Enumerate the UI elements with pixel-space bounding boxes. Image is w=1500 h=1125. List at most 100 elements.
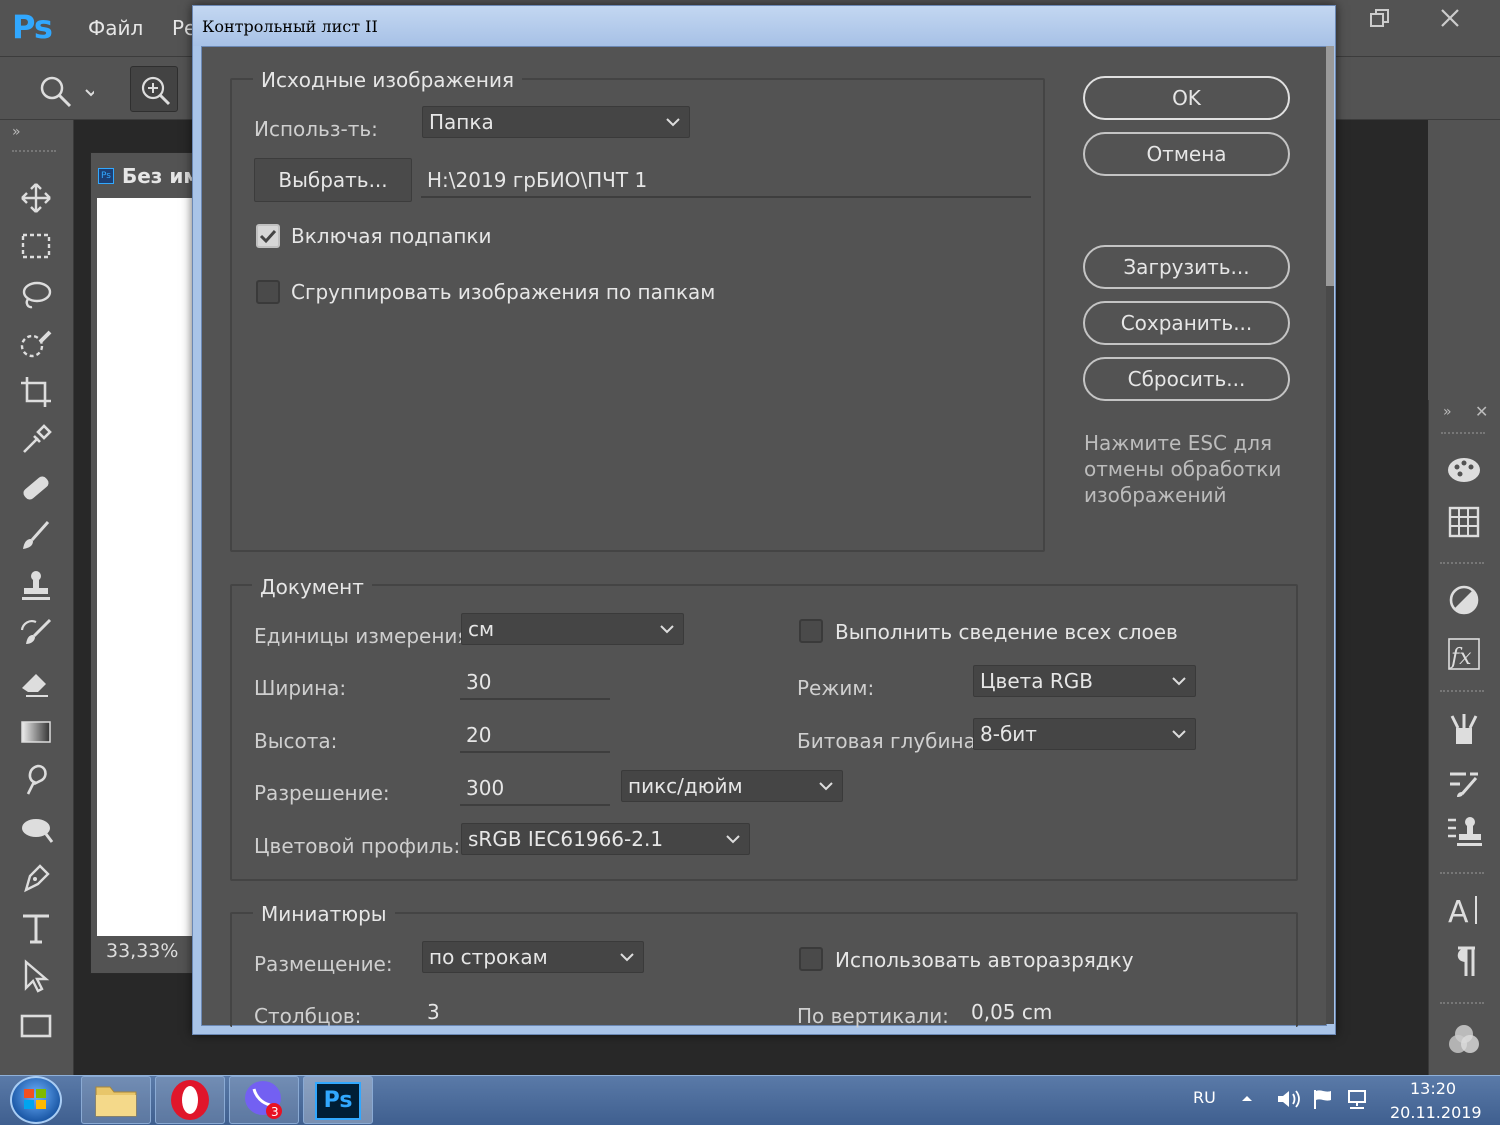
healing-brush-tool[interactable] <box>18 470 58 510</box>
close-window-button[interactable] <box>1415 0 1485 36</box>
path-selection-tool[interactable] <box>18 958 58 998</box>
tray-clock-date[interactable]: 20.11.2019 <box>1390 1103 1482 1122</box>
character-icon: A <box>1448 895 1477 930</box>
brushes-panel-button[interactable] <box>1446 710 1482 746</box>
panel-grip[interactable] <box>1441 432 1485 438</box>
folder-path-field[interactable]: H:\2019 грБИО\ПЧТ 1 <box>421 166 1031 198</box>
vertical-spacing-value: 0,05 cm <box>971 1000 1053 1024</box>
width-field[interactable]: 30 <box>460 668 610 700</box>
color-profile-select[interactable]: sRGB IEC61966-2.1 <box>461 823 750 855</box>
character-panel-button[interactable]: A <box>1446 892 1482 930</box>
cancel-button[interactable]: Отмена <box>1083 132 1290 176</box>
gradient-tool[interactable] <box>18 714 58 754</box>
units-select[interactable]: см <box>461 613 684 645</box>
menu-file[interactable]: Файл <box>88 16 143 40</box>
restore-window-button[interactable] <box>1345 0 1415 36</box>
zoom-tool-preset[interactable] <box>38 74 97 110</box>
tray-language[interactable]: RU <box>1193 1088 1216 1107</box>
group-by-folder-label[interactable]: Сгруппировать изображения по папкам <box>291 280 715 304</box>
placement-select[interactable]: по строкам <box>422 941 644 973</box>
height-value: 20 <box>466 723 492 747</box>
autospacing-label[interactable]: Использовать авторазрядку <box>835 948 1134 972</box>
mode-select[interactable]: Цвета RGB <box>973 665 1196 697</box>
load-button[interactable]: Загрузить... <box>1083 245 1290 289</box>
eraser-tool[interactable] <box>18 664 58 704</box>
tray-show-hidden-icon[interactable] <box>1240 1090 1254 1109</box>
taskbar-opera[interactable] <box>155 1076 225 1124</box>
choose-folder-button[interactable]: Выбрать... <box>254 158 412 202</box>
adjustments-panel-button[interactable] <box>1446 582 1482 618</box>
zoom-level[interactable]: 33,33% <box>106 940 178 962</box>
ok-button[interactable]: OK <box>1083 76 1290 120</box>
reset-button[interactable]: Сбросить... <box>1083 357 1290 401</box>
color-panel-button[interactable] <box>1446 452 1482 488</box>
resolution-field[interactable]: 300 <box>460 774 610 806</box>
rectangle-tool[interactable] <box>18 1008 58 1048</box>
pen-tool[interactable] <box>18 860 58 900</box>
channels-panel-button[interactable] <box>1446 1022 1482 1058</box>
rectangle-icon <box>20 1014 52 1038</box>
move-tool[interactable] <box>18 180 58 220</box>
flatten-layers-checkbox[interactable] <box>799 619 823 643</box>
bit-depth-select[interactable]: 8-бит <box>973 718 1196 750</box>
marquee-tool[interactable] <box>18 228 58 268</box>
clone-source-panel-button[interactable] <box>1446 814 1482 850</box>
group-by-folder-checkbox[interactable] <box>256 280 280 304</box>
tray-clock-time[interactable]: 13:20 <box>1410 1079 1456 1098</box>
paragraph-panel-button[interactable] <box>1446 944 1482 980</box>
columns-field[interactable]: 3 <box>421 998 571 1024</box>
swatches-panel-button[interactable] <box>1446 504 1482 540</box>
volume-icon[interactable] <box>1276 1088 1302 1114</box>
eyedropper-tool[interactable] <box>18 422 58 462</box>
action-center-flag-icon[interactable] <box>1312 1088 1334 1114</box>
close-panel-icon[interactable]: ✕ <box>1475 402 1488 421</box>
viber-icon: 3 <box>245 1081 282 1119</box>
vertical-spacing-field[interactable]: 0,05 cm <box>965 998 1115 1024</box>
dodge-tool[interactable] <box>18 812 58 852</box>
panel-grip[interactable] <box>1440 690 1484 696</box>
brush-settings-panel-button[interactable] <box>1446 764 1482 800</box>
taskbar-explorer[interactable] <box>81 1076 151 1124</box>
panel-grip[interactable] <box>1440 1002 1484 1008</box>
autospacing-checkbox[interactable] <box>799 947 823 971</box>
stamp-icon <box>22 571 50 600</box>
source-images-title: Исходные изображения <box>253 68 522 92</box>
color-profile-value: sRGB IEC61966-2.1 <box>468 827 664 851</box>
taskbar-photoshop[interactable]: Ps <box>303 1076 373 1124</box>
crop-tool[interactable] <box>18 374 58 414</box>
dialog-titlebar[interactable]: Контрольный лист II <box>193 6 1335 46</box>
panel-grip[interactable] <box>1440 562 1484 568</box>
document-tab-title[interactable]: Без им <box>122 164 200 188</box>
include-subfolders-checkbox[interactable] <box>256 224 280 248</box>
use-select[interactable]: Папка <box>422 106 690 138</box>
document-canvas[interactable] <box>97 198 193 936</box>
taskbar-viber[interactable]: 3 <box>229 1076 299 1124</box>
type-tool[interactable] <box>18 910 58 950</box>
zoom-in-icon <box>141 76 171 106</box>
network-icon[interactable] <box>1345 1088 1369 1116</box>
save-button[interactable]: Сохранить... <box>1083 301 1290 345</box>
panel-grip[interactable] <box>1440 872 1484 878</box>
quick-selection-tool[interactable] <box>18 326 58 366</box>
resolution-unit-select[interactable]: пикс/дюйм <box>621 770 843 802</box>
brush-tool[interactable] <box>18 518 58 558</box>
history-brush-tool[interactable] <box>18 616 58 656</box>
stamp-tool[interactable] <box>18 568 58 608</box>
start-button[interactable] <box>10 1076 62 1124</box>
styles-panel-button[interactable]: fx <box>1446 636 1482 672</box>
collapse-panel-icon[interactable]: » <box>1443 404 1452 420</box>
panel-grip[interactable] <box>12 150 56 156</box>
expand-panel-icon[interactable]: » <box>12 124 21 140</box>
dialog-scrollbar-thumb[interactable] <box>1326 46 1334 286</box>
lasso-tool[interactable] <box>18 278 58 318</box>
flatten-layers-label[interactable]: Выполнить сведение всех слоев <box>835 620 1178 644</box>
dialog-title: Контрольный лист II <box>202 17 378 36</box>
height-field[interactable]: 20 <box>460 721 610 753</box>
arrow-pointer-icon <box>24 959 50 993</box>
chevron-down-icon <box>726 835 740 844</box>
photoshop-logo: Ps <box>12 8 53 46</box>
include-subfolders-label[interactable]: Включая подпапки <box>291 224 492 248</box>
smudge-tool[interactable] <box>18 762 58 802</box>
zoom-in-button[interactable] <box>130 66 178 112</box>
gradient-icon <box>21 721 51 743</box>
